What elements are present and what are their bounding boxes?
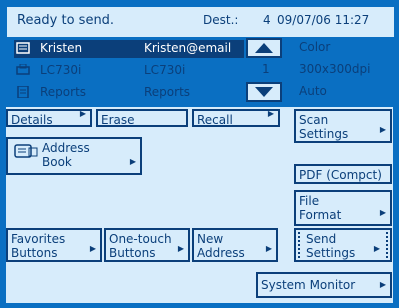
density-mode: Auto <box>299 84 327 98</box>
send-settings-button[interactable]: Send Settings ▶ <box>294 228 392 262</box>
recall-button[interactable]: Recall ▶ <box>192 109 280 127</box>
destination-name: LC730i <box>40 63 82 77</box>
destination-address: Reports <box>144 85 191 99</box>
arrow-right-icon: ▶ <box>89 244 96 253</box>
dotted-edge <box>298 232 300 258</box>
fax-icon <box>16 63 30 76</box>
arrow-right-icon: ▶ <box>379 125 386 134</box>
favorites-buttons-button[interactable]: Favorites Buttons ▶ <box>6 228 102 262</box>
arrow-up-icon <box>255 43 273 53</box>
arrow-right-icon: ▶ <box>129 157 136 166</box>
arrow-right-icon: ▶ <box>379 280 386 289</box>
status-bar: Ready to send. Dest.: 4 09/07/06 11:27 <box>6 6 395 38</box>
dotted-edge <box>386 232 388 258</box>
new-address-button[interactable]: New Address ▶ <box>192 228 278 262</box>
datetime: 09/07/06 11:27 <box>277 13 370 27</box>
list-icon <box>16 42 30 54</box>
destination-row-kristen[interactable]: Kristen Kristen@email <box>14 40 244 58</box>
resolution: 300x300dpi <box>299 62 371 76</box>
arrow-right-icon: ▶ <box>373 244 380 253</box>
destination-row-reports[interactable]: Reports Reports <box>14 84 244 102</box>
file-format-button[interactable]: File Format ▶ <box>294 190 392 226</box>
color-mode: Color <box>299 40 331 54</box>
pdf-compact-button[interactable]: PDF (Compct) <box>294 164 392 184</box>
page-number: 1 <box>262 62 270 76</box>
dest-count: 4 <box>263 13 271 27</box>
document-icon <box>16 85 30 99</box>
dest-label: Dest.: <box>203 13 239 27</box>
scroll-up-button[interactable] <box>246 38 282 58</box>
system-monitor-button[interactable]: System Monitor ▶ <box>256 272 392 298</box>
destination-list: Kristen Kristen@email LC730i LC730i Repo… <box>14 40 244 102</box>
arrow-right-icon: ▶ <box>79 109 86 118</box>
destination-address: LC730i <box>144 63 186 77</box>
arrow-right-icon: ▶ <box>177 244 184 253</box>
arrow-right-icon: ▶ <box>267 109 274 118</box>
one-touch-buttons-button[interactable]: One-touch Buttons ▶ <box>104 228 190 262</box>
scan-summary: Color 300x300dpi Auto <box>299 40 394 106</box>
erase-button[interactable]: Erase <box>96 109 188 127</box>
scan-settings-button[interactable]: Scan Settings ▶ <box>294 109 392 143</box>
destination-name: Reports <box>40 85 87 99</box>
arrow-right-icon: ▶ <box>265 244 272 253</box>
address-book-button[interactable]: Address Book ▶ <box>6 137 142 175</box>
address-book-icon <box>14 143 38 159</box>
arrow-down-icon <box>255 87 273 97</box>
details-button[interactable]: Details ▶ <box>6 109 92 127</box>
arrow-right-icon: ▶ <box>379 208 386 217</box>
destination-row-lc730i[interactable]: LC730i LC730i <box>14 62 244 80</box>
destination-address: Kristen@email <box>144 41 232 55</box>
status-message: Ready to send. <box>17 13 115 28</box>
scroll-down-button[interactable] <box>246 82 282 102</box>
destination-name: Kristen <box>40 41 83 55</box>
